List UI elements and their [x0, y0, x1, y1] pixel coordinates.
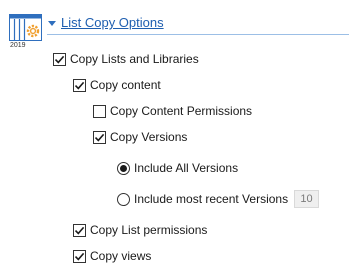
copy-content-permissions-checkbox[interactable] — [93, 104, 106, 118]
checkmark-icon — [74, 81, 85, 90]
checkmark-icon — [74, 226, 85, 235]
copy-versions-option[interactable]: Copy Versions — [93, 128, 187, 146]
include-all-versions-label: Include All Versions — [134, 161, 239, 175]
copy-content-option[interactable]: Copy content — [73, 76, 161, 94]
copy-content-permissions-label: Copy Content Permissions — [110, 104, 253, 118]
copy-views-option[interactable]: Copy views — [73, 247, 151, 265]
copy-list-permissions-checkbox[interactable] — [73, 223, 86, 237]
collapse-arrow-icon[interactable] — [48, 21, 56, 26]
copy-views-label: Copy views — [90, 249, 152, 263]
copy-views-checkbox[interactable] — [73, 249, 86, 263]
copy-list-permissions-label: Copy List permissions — [90, 223, 208, 237]
copy-lists-checkbox[interactable] — [53, 52, 66, 66]
checkmark-icon — [94, 133, 105, 142]
include-recent-versions-label: Include most recent Versions — [134, 192, 289, 206]
copy-lists-label: Copy Lists and Libraries — [70, 52, 199, 66]
copy-versions-checkbox[interactable] — [93, 130, 106, 144]
section-title[interactable]: List Copy Options — [61, 14, 164, 32]
recent-versions-count-input[interactable]: 10 — [294, 190, 319, 208]
copy-content-label: Copy content — [90, 78, 161, 92]
include-recent-versions-radio[interactable] — [117, 192, 130, 206]
include-all-versions-radio[interactable] — [117, 161, 130, 175]
app-icon-year: 2019 — [10, 42, 26, 49]
copy-lists-option[interactable]: Copy Lists and Libraries — [53, 50, 199, 68]
radio-selected-dot — [120, 164, 127, 172]
copy-list-permissions-option[interactable]: Copy List permissions — [73, 221, 207, 239]
include-recent-versions-option[interactable]: Include most recent Versions — [117, 190, 288, 208]
copy-content-permissions-option[interactable]: Copy Content Permissions — [93, 102, 252, 120]
include-all-versions-option[interactable]: Include All Versions — [117, 159, 238, 177]
calendar-gear-icon — [9, 14, 42, 41]
copy-content-checkbox[interactable] — [73, 78, 86, 92]
checkmark-icon — [54, 55, 65, 64]
section-divider — [47, 34, 349, 35]
list-copy-options-panel: 2019 List Copy Options Copy Lists and Li… — [0, 0, 349, 279]
checkmark-icon — [74, 252, 85, 261]
copy-versions-label: Copy Versions — [110, 130, 188, 144]
